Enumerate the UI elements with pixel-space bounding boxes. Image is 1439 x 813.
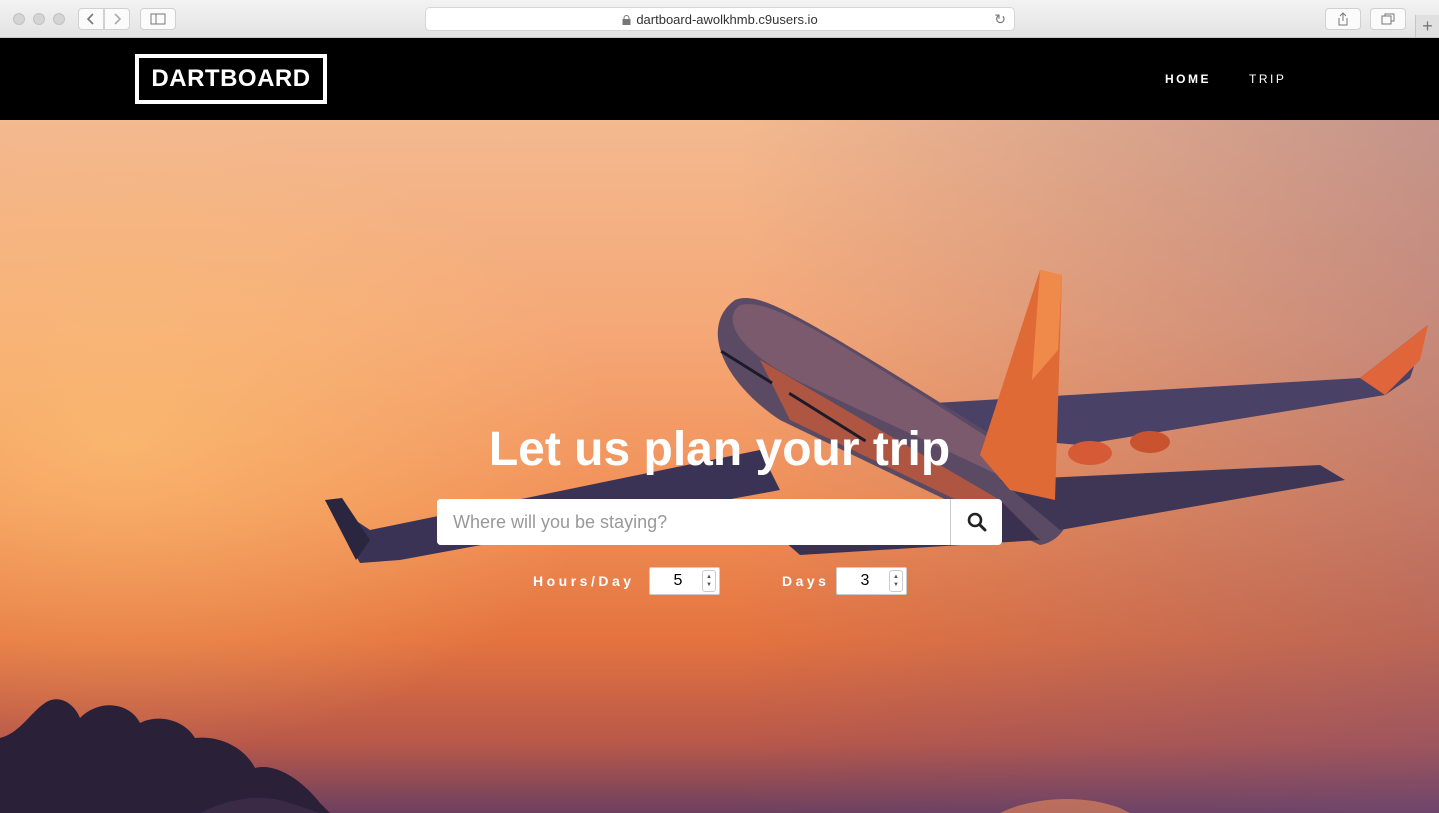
browser-toolbar: dartboard-awolkhmb.c9users.io ↻ +: [0, 0, 1439, 38]
hours-per-day-stepper-icon[interactable]: ▲ ▼: [702, 570, 716, 592]
search-icon: [967, 512, 986, 532]
chevron-right-icon: [114, 13, 122, 25]
minimize-window-icon[interactable]: [33, 13, 45, 25]
tabs-icon: [1381, 13, 1395, 25]
back-button[interactable]: [78, 8, 104, 30]
days-stepper-icon[interactable]: ▲ ▼: [889, 570, 903, 592]
share-icon: [1338, 12, 1348, 26]
forward-button[interactable]: [104, 8, 130, 30]
hours-per-day-input[interactable]: 5 ▲ ▼: [649, 567, 720, 595]
days-label: Days: [782, 573, 830, 589]
url-text: dartboard-awolkhmb.c9users.io: [636, 11, 818, 27]
sidebar-button[interactable]: [140, 8, 176, 30]
days-input[interactable]: 3 ▲ ▼: [836, 567, 907, 595]
address-bar[interactable]: dartboard-awolkhmb.c9users.io ↻: [425, 7, 1015, 31]
search-input[interactable]: [437, 499, 950, 545]
hero-section: Let us plan your trip Hours/Day 5 ▲▼ Day…: [0, 120, 1439, 813]
hours-per-day-label: Hours/Day: [533, 573, 635, 589]
logo[interactable]: DARTBOARD: [135, 54, 327, 104]
nav-home-link[interactable]: HOME: [1165, 72, 1211, 86]
lock-icon: [622, 15, 631, 25]
days-value: 3: [860, 572, 870, 589]
hours-per-day-value: 5: [673, 572, 683, 589]
hero-headline: Let us plan your trip: [488, 423, 951, 476]
chevron-left-icon: [86, 13, 94, 25]
search-box: [437, 499, 1002, 545]
nav-trip-link[interactable]: TRIP: [1249, 72, 1286, 86]
close-window-icon[interactable]: [13, 13, 25, 25]
site-header: DARTBOARD HOME TRIP: [0, 38, 1439, 120]
sidebar-icon: [150, 13, 166, 25]
new-tab-button[interactable]: +: [1415, 15, 1439, 37]
share-button[interactable]: [1325, 8, 1361, 30]
clouds-image: [0, 699, 1130, 813]
reload-icon[interactable]: ↻: [994, 11, 1006, 28]
search-button[interactable]: [950, 499, 1002, 545]
tabs-button[interactable]: [1370, 8, 1406, 30]
zoom-window-icon[interactable]: [53, 13, 65, 25]
